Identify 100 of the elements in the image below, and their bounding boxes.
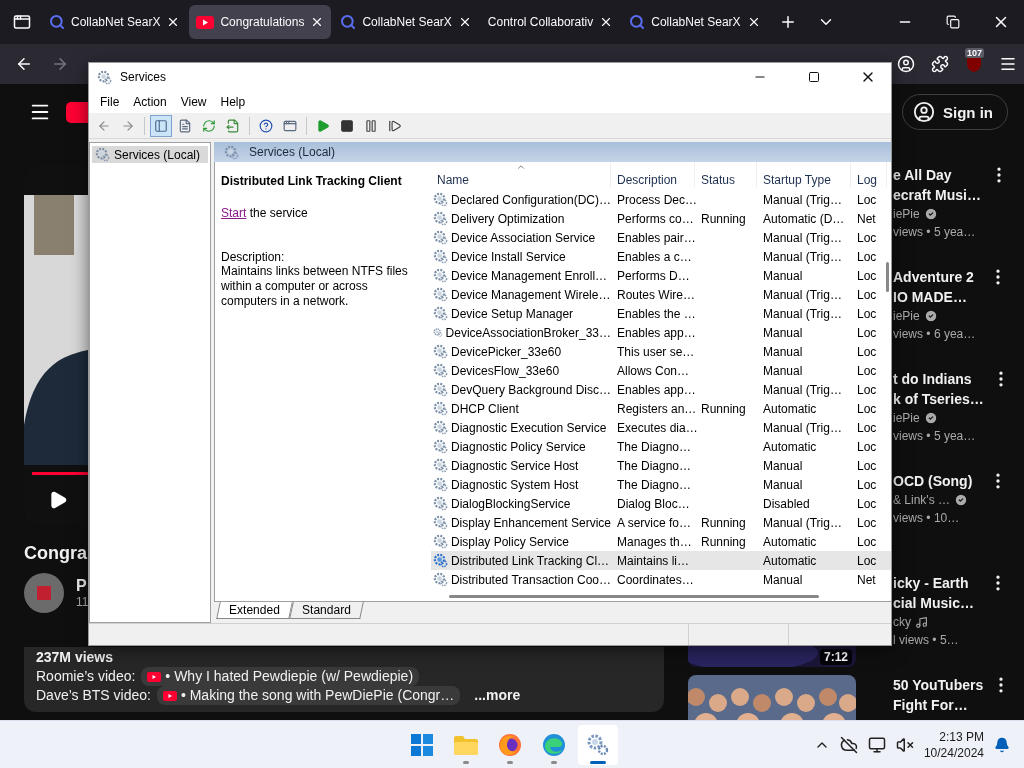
browser-tab[interactable]: CollabNet SearX [333, 5, 479, 39]
service-row[interactable]: Device Management Enroll… Performs D… Manual Loc [431, 266, 891, 285]
video-title[interactable]: OCD (Song) [893, 471, 980, 491]
action-text: Start the service [221, 206, 309, 220]
table-cell: Enables app… [617, 382, 696, 397]
table-cell: Loc [857, 534, 877, 549]
table-cell: Loc [857, 420, 877, 435]
video-title[interactable]: 50 YouTubers [893, 675, 983, 695]
service-row[interactable]: Diagnostic Policy Service The Diagno… Automatic Loc [431, 437, 891, 456]
channel-name: cky [893, 614, 911, 631]
channel-name[interactable]: P [76, 577, 89, 595]
table-cell: Declared Configuration(DC)… [450, 192, 611, 207]
video-title[interactable]: Fight For… [893, 695, 983, 715]
table-cell: Loc [857, 268, 877, 283]
video-title[interactable]: e All Day [893, 165, 981, 185]
browser-tab[interactable]: CollabNet SearX [42, 5, 188, 39]
tab-title: Control Collaborativ [487, 15, 594, 29]
service-row[interactable]: Display Enhancement Service A service fo… Running Manual (Trig… Loc [431, 513, 891, 532]
link-label: Roomie’s video: [36, 667, 136, 686]
view-stats: 237M views [36, 648, 114, 667]
video-title[interactable]: k of Tseries… [893, 389, 983, 409]
video-meta: views • 10… [893, 510, 961, 527]
video-title[interactable]: IO MADE… [893, 287, 980, 307]
service-row[interactable]: Device Management Wirele… Routes Wire… Manual (Trig… Loc [431, 285, 891, 304]
service-row[interactable]: Display Policy Service Manages th… Running Automatic Loc [431, 532, 891, 551]
video-link[interactable]: • Making the song with PewDiePie (Congr… [156, 686, 461, 705]
service-row[interactable]: Declared Configuration(DC)… Process Dec… Manual (Trig… Loc [431, 190, 891, 209]
table-cell: Manual [763, 325, 803, 340]
table-cell: Dialog Bloc… [617, 496, 690, 511]
table-cell: Running [701, 211, 746, 226]
video-title[interactable]: t do Indians [893, 369, 983, 389]
table-cell: Loc [857, 192, 877, 207]
column-header[interactable]: Name [431, 162, 611, 187]
table-cell: Display Enhancement Service [450, 515, 611, 530]
table-cell: Manual (Trig… [763, 515, 842, 530]
table-cell: Manual [763, 477, 803, 492]
service-row[interactable]: Diagnostic Service Host The Diagno… Manual Loc [431, 456, 891, 475]
column-header[interactable]: Startup Type [757, 162, 851, 187]
table-cell: Diagnostic System Host [451, 477, 579, 492]
service-row[interactable]: DevicesFlow_33e60 Allows Con… Manual Loc [431, 361, 891, 380]
table-cell: Automatic (D… [763, 211, 845, 226]
menu-item[interactable]: View [173, 95, 214, 109]
table-cell: Manual [763, 268, 803, 283]
service-row[interactable]: DeviceAssociationBroker_33… Enables app… Manual Loc [431, 323, 891, 342]
more-link[interactable]: ...more [474, 686, 521, 705]
service-row[interactable]: Device Install Service Enables a c… Manual (Trig… Loc [431, 247, 891, 266]
description-box[interactable]: 237M views Roomie’s video: • Why I hated Pewdiepie (w/ Pewdiepie) Dave’s BTS video: • Making the song with PewDiePie (Congr… ...more [24, 647, 664, 712]
browser-tab[interactable]: Control Collaborativ [480, 5, 621, 39]
table-cell: Manual (Trig… [763, 420, 842, 435]
service-row[interactable]: Diagnostic Execution Service Executes dia… Manual (Trig… Loc [431, 418, 891, 437]
extension-badge: 107 [964, 48, 984, 58]
table-cell: Device Setup Manager [451, 306, 574, 321]
table-cell: This user se… [617, 344, 695, 359]
table-cell: Performs D… [617, 268, 690, 283]
table-cell: Loc [857, 496, 877, 511]
table-cell: Disabled [763, 496, 810, 511]
video-title[interactable]: icky - Earth [893, 573, 980, 593]
table-cell: Routes Wire… [617, 287, 696, 302]
table-cell: Diagnostic Service Host [451, 458, 579, 473]
service-row[interactable]: DevQuery Background Disc… Enables app… Manual (Trig… Loc [431, 380, 891, 399]
menu-item[interactable]: Action [126, 95, 174, 109]
service-row[interactable]: Device Setup Manager Enables the … Manual (Trig… Loc [431, 304, 891, 323]
view-tab[interactable]: Extended [216, 602, 293, 619]
clock-date[interactable]: 10/24/2024 [923, 744, 984, 761]
service-row[interactable]: DevicePicker_33e60 This user se… Manual Loc [431, 342, 891, 361]
menu-item[interactable]: File [93, 95, 127, 109]
table-cell: Registers an… [617, 401, 697, 416]
service-row[interactable]: Diagnostic System Host The Diagno… Manual Loc [431, 475, 891, 494]
service-row[interactable]: Distributed Transaction Coo… Coordinates… Manual Net [431, 570, 891, 589]
service-row[interactable]: Distributed Link Tracking Cl… Maintains li… Automatic Loc [431, 551, 891, 570]
column-header[interactable]: Description [611, 162, 695, 187]
video-title[interactable]: Adventure 2 [893, 267, 980, 287]
table-cell: Loc [857, 287, 877, 302]
menu-item[interactable]: Help [213, 95, 253, 109]
view-tab[interactable]: Standard [288, 602, 364, 619]
table-cell: Loc [857, 325, 877, 340]
table-cell: Running [701, 401, 746, 416]
video-meta: views • 5 yea… [893, 224, 977, 241]
service-row[interactable]: DHCP Client Registers an… Running Automatic Loc [431, 399, 891, 418]
table-cell: DialogBlockingService [451, 496, 571, 511]
service-row[interactable]: Device Association Service Enables pair… Manual (Trig… Loc [431, 228, 891, 247]
service-row[interactable]: Delivery Optimization Performs co… Running Automatic (D… Net [431, 209, 891, 228]
tree-item[interactable]: Services (Local) [92, 146, 208, 163]
channel-name: iePie [893, 410, 920, 427]
column-header[interactable]: Status [695, 162, 757, 187]
table-cell: Automatic [763, 553, 817, 568]
video-title[interactable]: cial Music… [893, 593, 980, 613]
table-cell: Loc [857, 306, 877, 321]
video-link[interactable]: • Why I hated Pewdiepie (w/ Pewdiepie) [141, 667, 420, 686]
start-link[interactable]: Start [221, 206, 247, 220]
column-header[interactable]: Log [851, 162, 887, 187]
pane-title: Services (Local) [249, 145, 336, 159]
description-label: Description: [221, 250, 286, 264]
table-cell: Manual (Trig… [763, 287, 842, 302]
browser-tab[interactable]: CollabNet SearX [622, 5, 768, 39]
service-row[interactable]: DialogBlockingService Dialog Bloc… Disabled Loc [431, 494, 891, 513]
table-cell: Diagnostic Execution Service [451, 420, 607, 435]
video-title[interactable]: ecraft Musi… [893, 185, 981, 205]
browser-tab[interactable]: Congratulations [189, 5, 332, 39]
clock-time[interactable]: 2:13 PM [939, 728, 984, 745]
